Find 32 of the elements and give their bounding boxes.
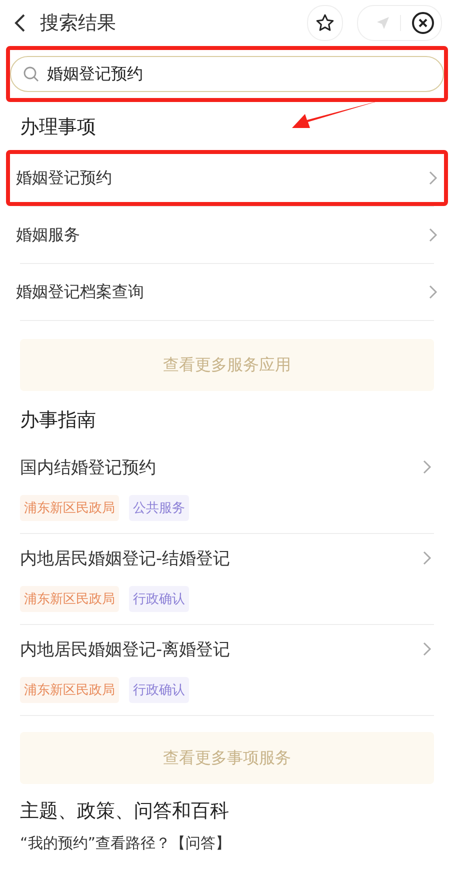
tag: 浦东新区民政局 [20,586,119,612]
chevron-right-icon [428,170,438,186]
chevron-right-icon [422,641,432,657]
guide-title: 内地居民婚姻登记-离婚登记 [20,638,230,660]
section-heading: 办事指南 [20,408,96,433]
search-icon [23,66,39,82]
tag: 浦东新区民政局 [20,495,119,521]
favorite-button[interactable] [307,5,343,41]
service-item[interactable]: 婚姻登记档案查询 [6,268,448,316]
section-heading: 办理事项 [20,115,96,140]
chevron-right-icon [428,227,438,243]
guide-item[interactable]: 内地居民婚姻登记-结婚登记 浦东新区民政局 行政确认 [20,534,434,625]
chevron-right-icon [422,459,432,475]
chevron-right-icon [422,550,432,566]
service-item[interactable]: 婚姻登记预约 [6,154,448,202]
tag: 行政确认 [129,586,189,612]
guide-item[interactable]: 国内结婚登记预约 浦东新区民政局 公共服务 [20,443,434,534]
page-title: 搜索结果 [40,11,117,36]
service-item[interactable]: 婚姻服务 [6,211,448,259]
tag: 公共服务 [129,495,189,521]
star-icon [315,13,335,33]
close-icon[interactable] [411,11,435,35]
guide-item[interactable]: 内地居民婚姻登记-离婚登记 浦东新区民政局 行政确认 [20,625,434,716]
search-field[interactable]: 婚姻登记预约 [10,56,444,92]
section-heading: 主题、政策、问答和百科 [20,799,229,824]
back-icon[interactable] [14,13,26,33]
tag: 行政确认 [129,677,189,703]
chevron-right-icon [428,284,438,300]
tag: 浦东新区民政局 [20,677,119,703]
guide-title: 内地居民婚姻登记-结婚登记 [20,548,230,570]
guide-title: 国内结婚登记预约 [20,456,156,478]
topic-link[interactable]: “我的预约”查看路径？【问答】 [20,834,231,853]
